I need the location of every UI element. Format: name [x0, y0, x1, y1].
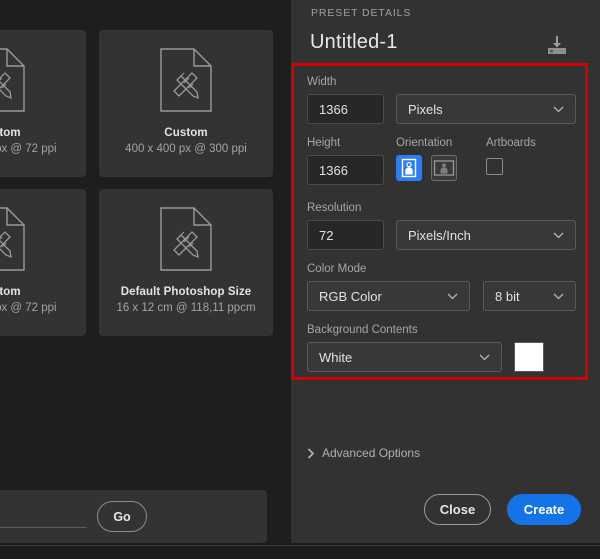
preset-card-size: 400 x 400 px @ 72 ppi [0, 302, 57, 314]
background-contents-value: White [319, 349, 353, 365]
height-input[interactable] [307, 155, 384, 185]
advanced-options-label: Advanced Options [322, 446, 421, 460]
preset-card[interactable]: Custom 400 x 400 px @ 72 ppi [0, 30, 86, 177]
preset-card-name: Custom [0, 286, 21, 298]
background-color-swatch[interactable] [514, 342, 544, 372]
preset-card[interactable]: Default Photoshop Size 16 x 12 cm @ 118,… [99, 189, 273, 336]
background-contents-select[interactable]: White [307, 342, 502, 372]
new-document-dialog: Custom 400 x 400 px @ 72 ppi Custom 400 … [0, 0, 600, 559]
preset-card[interactable]: Custom 400 x 400 px @ 300 ppi [99, 30, 273, 177]
advanced-options-toggle[interactable]: Advanced Options [307, 446, 420, 460]
chevron-right-icon [307, 447, 315, 459]
preset-card-name: Default Photoshop Size [120, 286, 252, 298]
bit-depth-value: 8 bit [495, 288, 520, 304]
landscape-orientation-button[interactable] [431, 155, 457, 181]
resolution-label: Resolution [307, 202, 362, 214]
preset-details-pane: PRESET DETAILS Untitled-1 Width Pixels H… [291, 0, 600, 543]
height-label: Height [307, 137, 341, 149]
portrait-orientation-icon [401, 158, 417, 178]
preset-card-name: Custom [164, 127, 208, 139]
width-input[interactable] [307, 94, 384, 124]
chevron-down-icon [553, 232, 564, 238]
preset-card-name: Custom [0, 127, 21, 139]
chevron-down-icon [553, 106, 564, 112]
artboards-label: Artboards [486, 137, 536, 149]
chevron-down-icon [479, 354, 490, 360]
color-mode-label: Color Mode [307, 263, 367, 275]
preset-list-pane: Custom 400 x 400 px @ 72 ppi Custom 400 … [0, 0, 291, 543]
preset-grid: Custom 400 x 400 px @ 72 ppi Custom 400 … [0, 30, 273, 336]
width-label: Width [307, 76, 337, 88]
document-ruler-pencil-icon [160, 48, 212, 112]
preset-card-size: 400 x 400 px @ 300 ppi [125, 143, 247, 155]
preset-search-input[interactable] [0, 505, 87, 528]
bit-depth-select[interactable]: 8 bit [483, 281, 576, 311]
preset-card-size: 16 x 12 cm @ 118,11 ppcm [116, 302, 256, 314]
background-contents-label: Background Contents [307, 324, 418, 336]
artboards-checkbox[interactable] [486, 158, 503, 175]
portrait-orientation-button[interactable] [396, 155, 422, 181]
preset-card[interactable]: Custom 400 x 400 px @ 72 ppi [0, 189, 86, 336]
resolution-unit-select[interactable]: Pixels/Inch [396, 220, 576, 250]
width-unit-select[interactable]: Pixels [396, 94, 576, 124]
footer-strip [0, 546, 600, 559]
save-preset-icon[interactable] [545, 35, 569, 57]
document-ruler-pencil-icon [160, 207, 212, 271]
document-ruler-pencil-icon [0, 207, 25, 271]
preset-search-strip: Go [0, 490, 267, 543]
dialog-footer: Close Create [291, 472, 600, 543]
chevron-down-icon [447, 293, 458, 299]
chevron-down-icon [553, 293, 564, 299]
landscape-orientation-icon [433, 160, 455, 176]
color-mode-select[interactable]: RGB Color [307, 281, 470, 311]
orientation-label: Orientation [396, 137, 453, 149]
resolution-unit-value: Pixels/Inch [408, 227, 471, 243]
go-button[interactable]: Go [97, 501, 147, 532]
document-name-field[interactable]: Untitled-1 [310, 31, 398, 54]
resolution-input[interactable] [307, 220, 384, 250]
color-mode-value: RGB Color [319, 288, 382, 304]
create-button[interactable]: Create [507, 494, 581, 525]
preset-card-size: 400 x 400 px @ 72 ppi [0, 143, 57, 155]
preset-details-heading: PRESET DETAILS [311, 7, 412, 19]
width-unit-value: Pixels [408, 101, 443, 117]
close-button[interactable]: Close [424, 494, 491, 525]
document-ruler-pencil-icon [0, 48, 25, 112]
